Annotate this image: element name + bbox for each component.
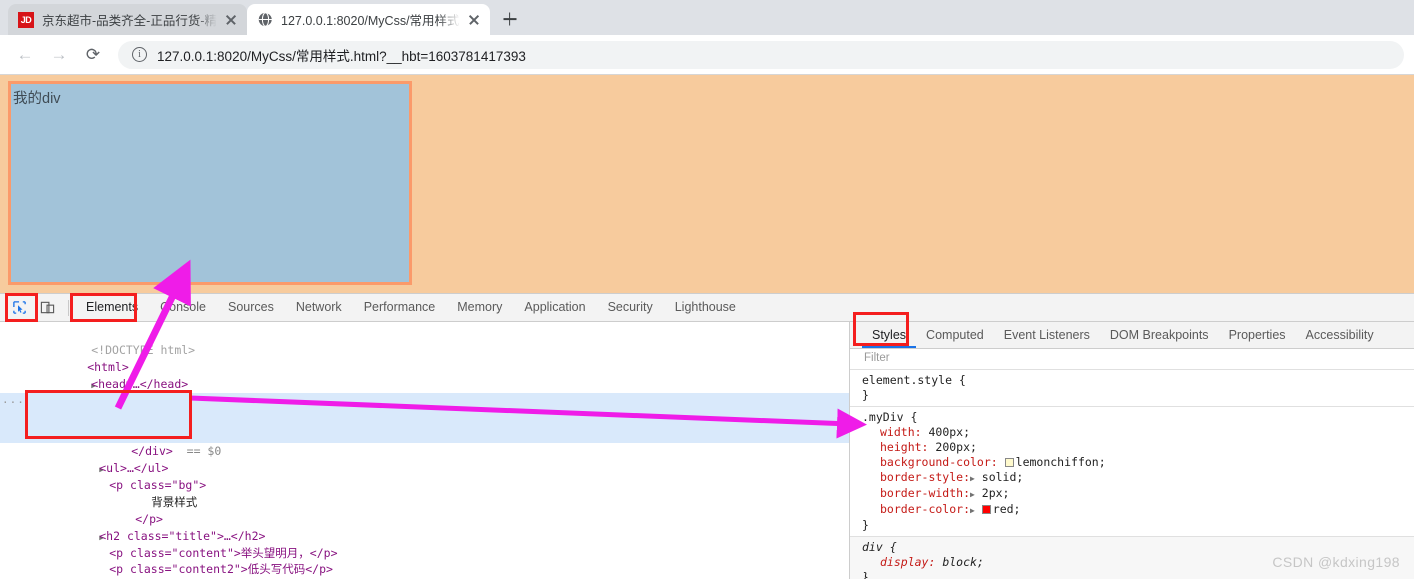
dom-line-p-content2[interactable]: <p class="content2">低头写代码</p> bbox=[0, 545, 849, 576]
styles-tab-properties[interactable]: Properties bbox=[1219, 322, 1296, 348]
color-swatch-icon[interactable] bbox=[981, 505, 991, 514]
rule-mydiv[interactable]: .myDiv { width: 400px; height: 200px; ba… bbox=[850, 407, 1414, 537]
device-toolbar-icon[interactable] bbox=[34, 296, 60, 320]
property-name: width: bbox=[880, 425, 922, 439]
expand-triangle-icon[interactable]: ▶ bbox=[970, 490, 975, 499]
devtools-tab-console[interactable]: Console bbox=[149, 294, 217, 321]
devtools-tab-sources[interactable]: Sources bbox=[217, 294, 285, 321]
styles-tab-bar: Styles Computed Event Listeners DOM Brea… bbox=[850, 322, 1414, 349]
property-value[interactable]: lemonchiffon; bbox=[1016, 455, 1106, 469]
styles-tab-styles[interactable]: Styles bbox=[862, 322, 917, 348]
declaration-border-color[interactable]: border-color:▶ red; bbox=[862, 502, 1414, 518]
rule-element-style[interactable]: element.style { } bbox=[850, 370, 1414, 407]
address-bar[interactable]: i 127.0.0.1:8020/MyCss/常用样式.html?__hbt=1… bbox=[118, 40, 1404, 69]
tab-title: 127.0.0.1:8020/MyCss/常用样式 bbox=[281, 14, 460, 28]
styles-tab-accessibility[interactable]: Accessibility bbox=[1296, 322, 1384, 348]
property-name: height: bbox=[880, 440, 929, 454]
declaration-background-color[interactable]: background-color: lemonchiffon; bbox=[862, 455, 1414, 470]
property-value: block; bbox=[942, 555, 984, 569]
browser-tab-jd[interactable]: JD 京东超市-品类齐全-正品行货-精 bbox=[8, 4, 247, 35]
browser-window: JD 京东超市-品类齐全-正品行货-精 127.0.0.1:8020/MyCss… bbox=[0, 0, 1414, 579]
rule-selector: element.style { bbox=[862, 373, 966, 387]
expand-triangle-icon[interactable]: ▶ bbox=[970, 474, 975, 483]
property-value[interactable]: 200px; bbox=[935, 440, 977, 454]
property-value[interactable]: solid; bbox=[982, 470, 1024, 484]
styles-tab-dom-breakpoints[interactable]: DOM Breakpoints bbox=[1100, 322, 1219, 348]
dom-line-doctype[interactable]: <!DOCTYPE html> bbox=[0, 325, 849, 357]
dom-line-ul[interactable]: ▶<ul>…</ul> bbox=[0, 443, 849, 475]
dom-line-div-close[interactable]: </div> == $0 bbox=[0, 426, 849, 458]
dom-line-div-open[interactable]: ··· <div class="myDiv"> bbox=[0, 392, 849, 441]
forward-icon[interactable]: → bbox=[44, 40, 74, 70]
styles-tab-event-listeners[interactable]: Event Listeners bbox=[994, 322, 1100, 348]
csdn-watermark: CSDN @kdxing198 bbox=[1272, 554, 1400, 570]
devtools-tab-memory[interactable]: Memory bbox=[446, 294, 513, 321]
rule-selector: div { bbox=[862, 540, 897, 554]
browser-toolbar: ← → ⟳ i 127.0.0.1:8020/MyCss/常用样式.html?_… bbox=[0, 35, 1414, 75]
property-name: border-style: bbox=[880, 470, 971, 484]
declaration-height[interactable]: height: 200px; bbox=[862, 440, 1414, 455]
toolbar-divider bbox=[68, 299, 69, 316]
devtools-tab-elements[interactable]: Elements bbox=[75, 294, 149, 321]
tab-strip: JD 京东超市-品类齐全-正品行货-精 127.0.0.1:8020/MyCss… bbox=[0, 0, 1414, 35]
close-icon[interactable] bbox=[466, 12, 482, 28]
property-name: display: bbox=[880, 555, 936, 569]
inspect-element-icon[interactable] bbox=[6, 296, 32, 320]
rule-close-brace: } bbox=[862, 518, 869, 532]
property-name: border-width: bbox=[880, 486, 971, 500]
reload-icon[interactable]: ⟳ bbox=[78, 40, 108, 70]
browser-tab-localhost[interactable]: 127.0.0.1:8020/MyCss/常用样式 bbox=[247, 4, 490, 35]
tab-title: 京东超市-品类齐全-正品行货-精 bbox=[42, 14, 217, 28]
dom-line-p-bg-text[interactable]: 背景样式 bbox=[0, 477, 849, 509]
close-icon[interactable] bbox=[223, 12, 239, 28]
dom-line-body-open[interactable]: ▼<body> bbox=[0, 376, 849, 408]
dom-line-h2[interactable]: ▶<h2 class="title">…</h2> bbox=[0, 511, 849, 543]
page-viewport: 我的div bbox=[0, 75, 1414, 293]
devtools-toolbar: Elements Console Sources Network Perform… bbox=[0, 294, 1414, 322]
div-text: 我的div bbox=[13, 91, 61, 107]
rule-close-brace: } bbox=[862, 570, 869, 579]
expand-triangle-icon[interactable]: ▶ bbox=[970, 506, 975, 515]
dom-line-head[interactable]: ▶<head>…</head> bbox=[0, 359, 849, 391]
devtools-tab-performance[interactable]: Performance bbox=[353, 294, 447, 321]
dom-line-html-open[interactable]: <html> bbox=[0, 342, 849, 374]
inspected-div[interactable]: 我的div bbox=[8, 81, 412, 285]
devtools-tab-security[interactable]: Security bbox=[597, 294, 664, 321]
rule-selector: .myDiv { bbox=[862, 410, 918, 424]
dom-line-body-close[interactable]: </body> bbox=[0, 561, 849, 578]
dom-tree-pane[interactable]: <!DOCTYPE html> <html> ▶<head>…</head> ▼… bbox=[0, 322, 850, 579]
property-value[interactable]: 400px; bbox=[928, 425, 970, 439]
dom-line-p-bg-close[interactable]: </p> bbox=[0, 494, 849, 526]
devtools-panel: Elements Console Sources Network Perform… bbox=[0, 293, 1414, 579]
jd-favicon: JD bbox=[18, 11, 34, 28]
property-name: background-color: bbox=[880, 455, 998, 469]
dom-line-p-bg-open[interactable]: <p class="bg"> bbox=[0, 460, 849, 492]
property-value[interactable]: 2px; bbox=[982, 486, 1010, 500]
back-icon[interactable]: ← bbox=[10, 40, 40, 70]
globe-favicon bbox=[257, 12, 273, 28]
styles-tab-computed[interactable]: Computed bbox=[916, 322, 994, 348]
devtools-tab-network[interactable]: Network bbox=[285, 294, 353, 321]
declaration-border-width[interactable]: border-width:▶ 2px; bbox=[862, 486, 1414, 502]
styles-pane: Styles Computed Event Listeners DOM Brea… bbox=[850, 322, 1414, 579]
property-name: border-color: bbox=[880, 502, 971, 516]
devtools-tab-lighthouse[interactable]: Lighthouse bbox=[664, 294, 747, 321]
devtools-tab-application[interactable]: Application bbox=[513, 294, 596, 321]
styles-filter-input[interactable]: Filter bbox=[850, 349, 1414, 370]
color-swatch-icon[interactable] bbox=[1004, 458, 1014, 467]
url-text: 127.0.0.1:8020/MyCss/常用样式.html?__hbt=160… bbox=[157, 48, 526, 64]
dom-line-p-content[interactable]: <p class="content">举头望明月，</p> bbox=[0, 528, 849, 560]
declaration-width[interactable]: width: 400px; bbox=[862, 425, 1414, 440]
dom-line-div-text[interactable]: 我的div bbox=[0, 409, 849, 441]
site-info-icon[interactable]: i bbox=[132, 47, 147, 62]
new-tab-button[interactable] bbox=[496, 5, 524, 33]
property-value[interactable]: red; bbox=[993, 502, 1021, 516]
declaration-border-style[interactable]: border-style:▶ solid; bbox=[862, 470, 1414, 486]
rule-close-brace: } bbox=[862, 388, 869, 402]
devtools-body: <!DOCTYPE html> <html> ▶<head>…</head> ▼… bbox=[0, 322, 1414, 579]
